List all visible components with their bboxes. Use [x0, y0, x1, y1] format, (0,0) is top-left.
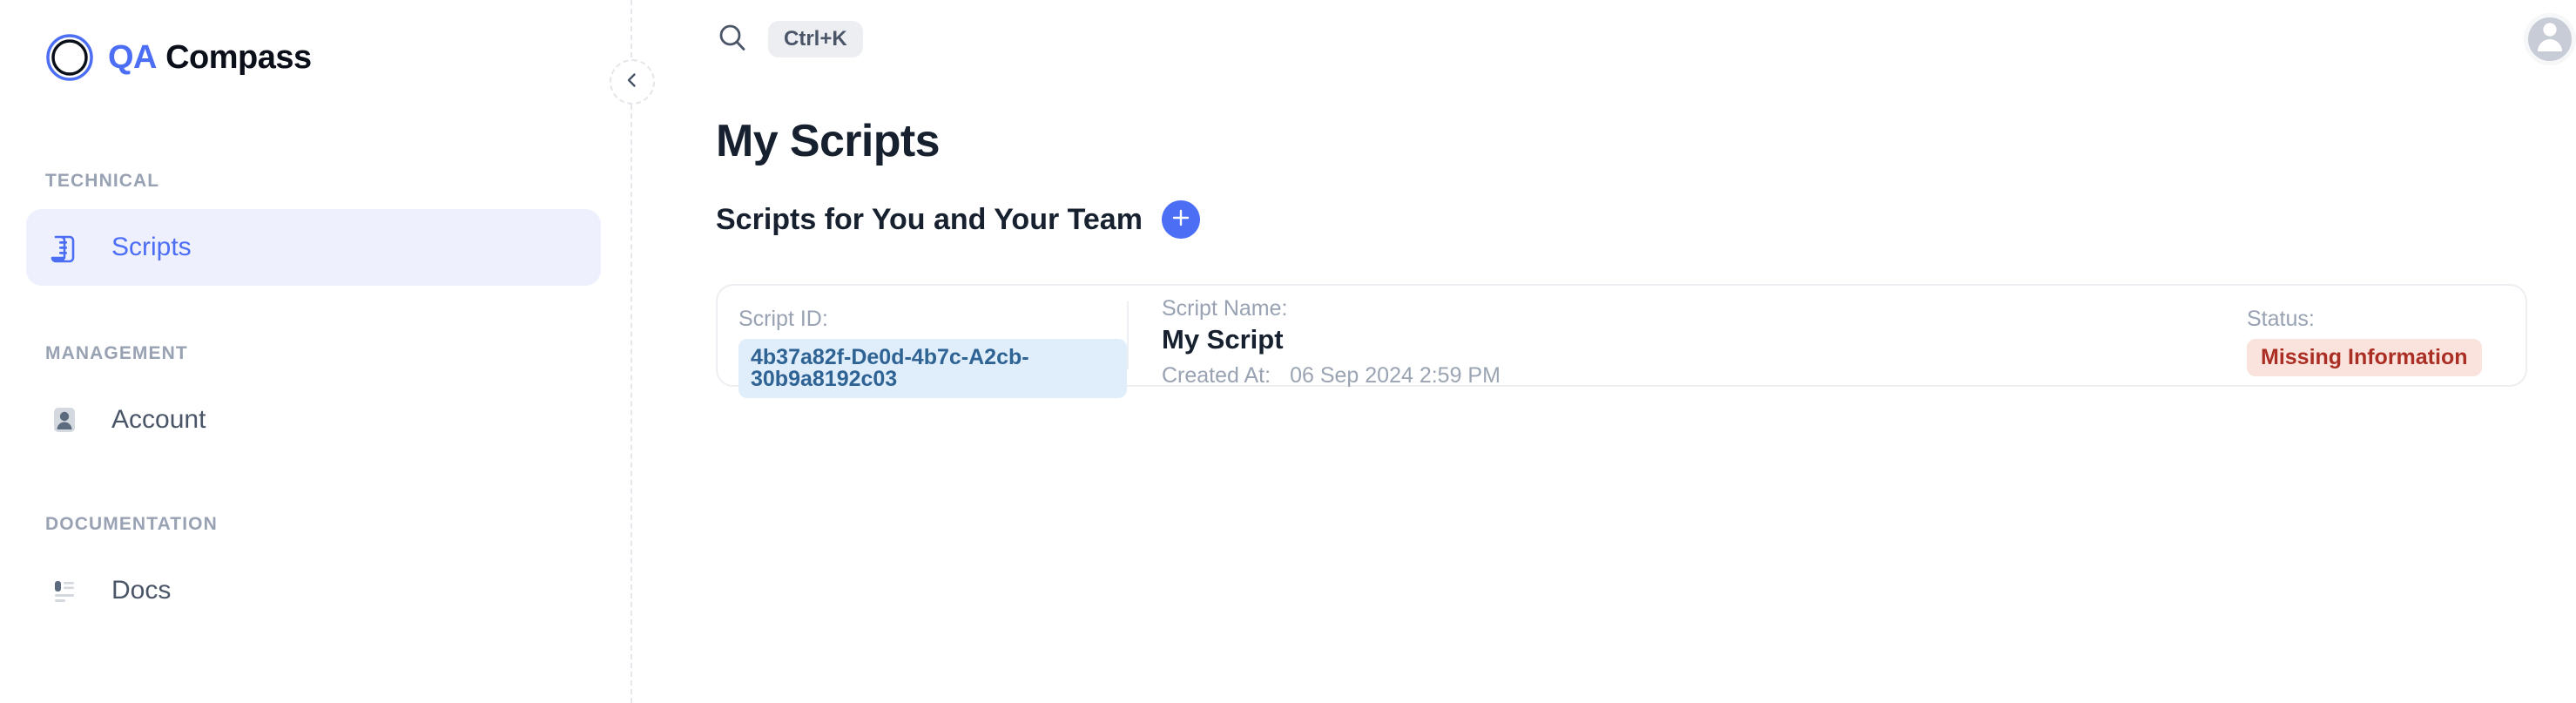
main-content: My Scripts Scripts for You and Your Team…	[632, 78, 2576, 398]
user-avatar-icon	[2528, 17, 2572, 61]
document-list-icon	[45, 571, 84, 610]
sidebar-item-label-scripts: Scripts	[111, 233, 192, 261]
created-at-row: Created At: 06 Sep 2024 2:59 PM	[1162, 363, 2247, 389]
page-title: My Scripts	[716, 116, 941, 166]
sidebar-item-account[interactable]: Account	[26, 382, 601, 458]
user-card-icon	[45, 401, 84, 439]
sidebar-section-label-technical: TECHNICAL	[45, 171, 160, 191]
sidebar-item-label-docs: Docs	[111, 576, 172, 605]
sidebar-item-label-account: Account	[111, 405, 206, 434]
status-badge: Missing Information	[2247, 339, 2482, 376]
sidebar-item-docs[interactable]: Docs	[26, 552, 601, 629]
sidebar-section-label-management: MANAGEMENT	[45, 343, 188, 363]
topbar: Ctrl+K	[632, 0, 2576, 78]
main-area: Ctrl+K My Scripts Scripts for You and Yo…	[632, 0, 2576, 703]
script-card[interactable]: Script ID: 4b37a82f-De0d-4b7c-A2cb-30b9a…	[716, 284, 2527, 398]
brand-name-primary: QA	[108, 38, 158, 76]
status-label: Status:	[2247, 307, 2315, 331]
script-name-value: My Script	[1162, 324, 1284, 355]
app-root: QA Compass TECHNICAL Scripts MANAGEMENT …	[0, 0, 2576, 703]
section-header: Scripts for You and Your Team	[716, 200, 2527, 239]
created-at-value: 06 Sep 2024 2:59 PM	[1290, 363, 1500, 389]
script-id-label: Script ID:	[738, 307, 828, 331]
script-id-column: Script ID: 4b37a82f-De0d-4b7c-A2cb-30b9a…	[718, 286, 1127, 398]
search-icon[interactable]	[716, 21, 749, 58]
sidebar: QA Compass TECHNICAL Scripts MANAGEMENT …	[0, 0, 655, 703]
script-name-column: Script Name: My Script Created At: 06 Se…	[1129, 286, 2247, 389]
add-script-button[interactable]	[1161, 200, 1200, 239]
search-shortcut-badge[interactable]: Ctrl+K	[768, 21, 863, 57]
script-name-label: Script Name:	[1162, 296, 1288, 321]
section-title: Scripts for You and Your Team	[716, 202, 1143, 236]
sidebar-section-label-documentation: DOCUMENTATION	[45, 514, 218, 534]
created-at-label: Created At:	[1162, 363, 1271, 389]
brand-name-secondary: Compass	[165, 38, 312, 76]
sidebar-item-scripts[interactable]: Scripts	[26, 209, 601, 286]
plus-icon	[1170, 206, 1192, 233]
sidebar-collapse-button[interactable]	[610, 59, 655, 105]
search-trigger[interactable]: Ctrl+K	[716, 21, 863, 58]
compass-icon	[45, 33, 94, 82]
script-id-value[interactable]: 4b37a82f-De0d-4b7c-A2cb-30b9a8192c03	[738, 339, 1127, 398]
scroll-icon	[45, 228, 84, 267]
brand-logo[interactable]: QA Compass	[0, 0, 632, 84]
avatar[interactable]	[2524, 13, 2576, 65]
brand-name: QA Compass	[108, 39, 312, 77]
script-status-column: Status: Missing Information	[2247, 286, 2525, 385]
chevron-left-icon	[624, 71, 641, 93]
